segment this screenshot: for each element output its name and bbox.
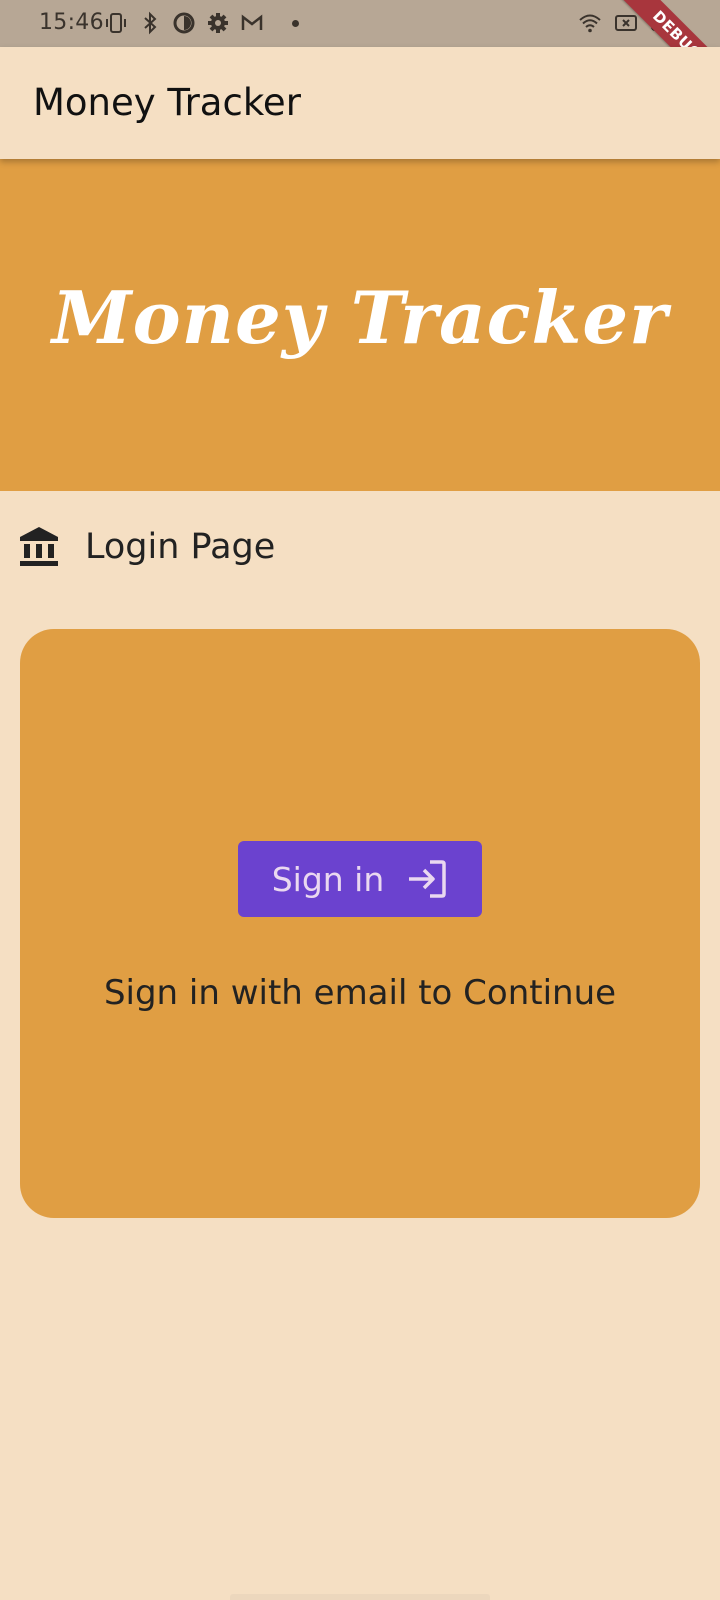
screen: 15:46 DEBUG Money Tracker Money Tracker …: [0, 0, 720, 1600]
login-arrow-icon: [409, 860, 447, 898]
bluetooth-icon: [144, 11, 157, 35]
status-time: 15:46: [39, 10, 104, 35]
vibrate-icon: [106, 13, 126, 33]
hero-banner: Money Tracker: [0, 159, 720, 491]
gmail-icon: [241, 14, 263, 30]
app-bar-title: Money Tracker: [33, 81, 301, 124]
sign-in-card: Sign in Sign in with email to Continue: [20, 629, 700, 1218]
wifi-icon: [579, 14, 601, 33]
login-page-label: Login Page: [85, 527, 276, 567]
sign-in-caption: Sign in with email to Continue: [103, 973, 617, 1013]
dot-icon: [292, 19, 299, 27]
sign-in-button-label: Sign in: [271, 859, 385, 899]
settings-icon: [208, 13, 228, 33]
status-icons-left: [104, 11, 299, 35]
sim-icon: [615, 15, 637, 31]
gesture-bar[interactable]: [230, 1594, 490, 1600]
login-header: Login Page: [19, 526, 275, 568]
sign-in-button[interactable]: Sign in: [238, 841, 482, 917]
data-saver-icon: [173, 12, 195, 34]
hero-title: Money Tracker: [51, 275, 669, 360]
bank-icon: [20, 527, 58, 566]
app-bar: Money Tracker: [0, 47, 720, 159]
status-bar: 15:46: [0, 0, 720, 47]
